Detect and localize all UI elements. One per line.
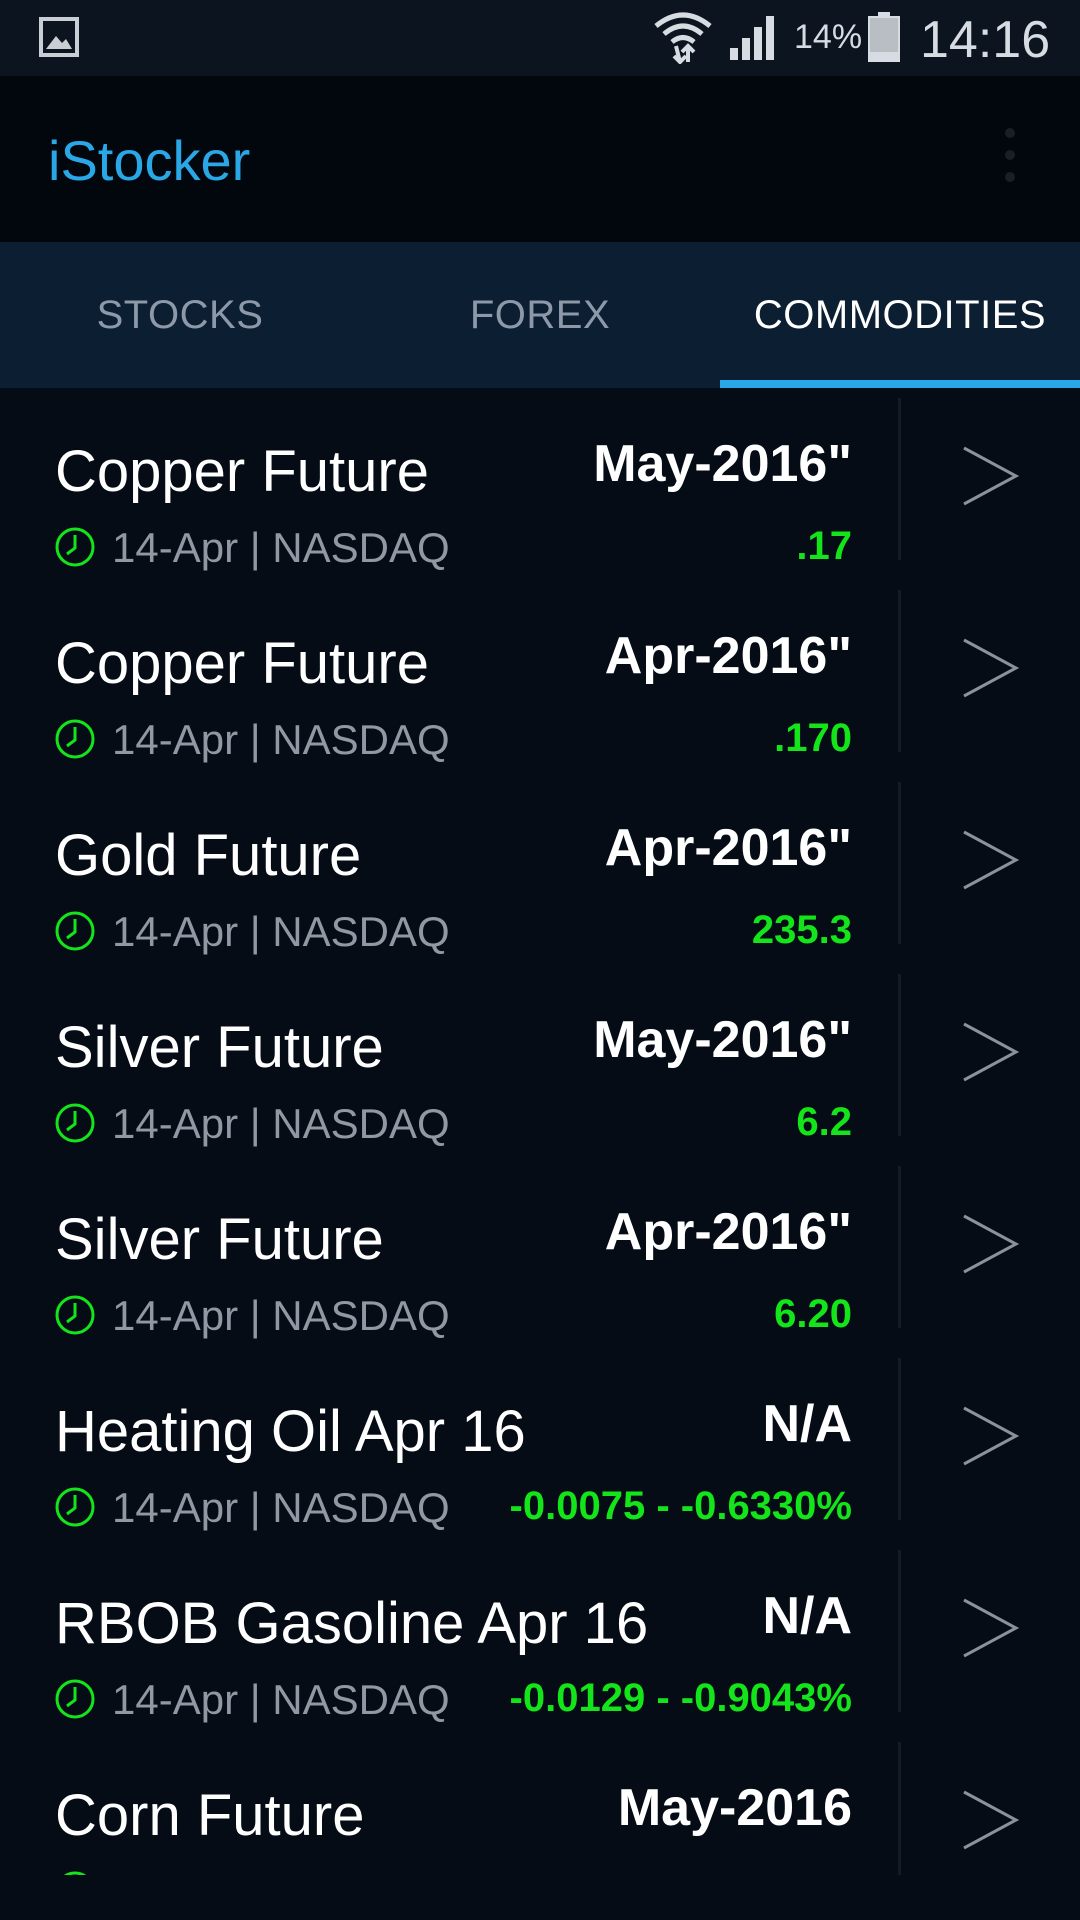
list-item[interactable]: Silver Future Apr-2016" 14-Apr | NASDAQ … [0, 1156, 1080, 1348]
clock-icon [55, 719, 95, 759]
date-exchange: 14-Apr | NASDAQ [112, 716, 450, 763]
price-change: 235.3 [751, 908, 852, 952]
list-item[interactable]: Gold Future Apr-2016" 14-Apr | NASDAQ 23… [0, 772, 1080, 964]
wifi-icon [654, 12, 712, 64]
tab-bar: STOCKS FOREX COMMODITIES [0, 242, 1080, 388]
tab-commodities[interactable]: COMMODITIES [720, 242, 1080, 388]
clock-icon [55, 1103, 95, 1143]
signal-icon [730, 16, 774, 60]
bottom-strip [0, 1875, 1080, 1920]
clock-icon [55, 1295, 95, 1335]
commodity-name: Heating Oil Apr 16 [55, 1399, 526, 1464]
list-item[interactable]: Copper Future May-2016" 14-Apr | NASDAQ … [0, 388, 1080, 580]
commodity-name: Gold Future [55, 823, 362, 888]
contract-month: Apr-2016" [604, 1203, 852, 1261]
contract-month: N/A [762, 1587, 852, 1645]
contract-month: N/A [762, 1395, 852, 1453]
chevron-right-icon[interactable] [960, 1212, 1020, 1276]
chevron-right-icon[interactable] [960, 828, 1020, 892]
gallery-icon [39, 17, 79, 57]
date-exchange: 14-Apr | NASDAQ [112, 524, 450, 571]
price-change: .17 [796, 524, 852, 568]
list-item[interactable]: RBOB Gasoline Apr 16 N/A 14-Apr | NASDAQ… [0, 1540, 1080, 1732]
active-tab-indicator [720, 380, 1080, 388]
app-bar: iStocker [0, 76, 1080, 242]
commodity-name: RBOB Gasoline Apr 16 [55, 1591, 649, 1656]
commodity-name: Corn Future [55, 1783, 365, 1848]
overflow-menu-icon[interactable] [996, 128, 1024, 194]
list-item[interactable]: Corn Future May-2016 [0, 1732, 1080, 1875]
row-divider [898, 1358, 901, 1520]
contract-month: May-2016 [617, 1779, 852, 1837]
tab-stocks[interactable]: STOCKS [0, 242, 360, 388]
commodity-name: Silver Future [55, 1207, 384, 1272]
contract-month: Apr-2016" [604, 627, 852, 685]
clock-icon [55, 527, 95, 567]
list-item[interactable]: Copper Future Apr-2016" 14-Apr | NASDAQ … [0, 580, 1080, 772]
price-change: -0.0075 - -0.6330% [509, 1484, 852, 1528]
commodities-list: Copper Future May-2016" 14-Apr | NASDAQ … [0, 388, 1080, 1875]
clock-icon [55, 1487, 95, 1527]
price-change: 6.2 [796, 1100, 852, 1144]
row-divider [898, 1166, 901, 1328]
battery-icon [868, 12, 900, 62]
date-exchange: 14-Apr | NASDAQ [112, 1676, 450, 1723]
tab-forex[interactable]: FOREX [360, 242, 720, 388]
row-divider [898, 590, 901, 752]
contract-month: May-2016" [593, 1011, 852, 1069]
clock-icon [55, 911, 95, 951]
chevron-right-icon[interactable] [960, 1788, 1020, 1852]
list-item[interactable]: Silver Future May-2016" 14-Apr | NASDAQ … [0, 964, 1080, 1156]
price-change: .170 [774, 716, 852, 760]
contract-month: May-2016" [593, 435, 852, 493]
list-item[interactable]: Heating Oil Apr 16 N/A 14-Apr | NASDAQ -… [0, 1348, 1080, 1540]
commodity-name: Copper Future [55, 439, 429, 504]
row-divider [898, 398, 901, 560]
clock-time: 14:16 [920, 11, 1051, 69]
chevron-right-icon[interactable] [960, 1404, 1020, 1468]
price-change: 6.20 [774, 1292, 852, 1336]
chevron-right-icon[interactable] [960, 444, 1020, 508]
status-bar: 14% 14:16 [0, 0, 1080, 76]
date-exchange: 14-Apr | NASDAQ [112, 1484, 450, 1531]
date-exchange: 14-Apr | NASDAQ [112, 1292, 450, 1339]
row-divider [898, 1742, 901, 1875]
date-exchange: 14-Apr | NASDAQ [112, 1100, 450, 1147]
commodity-name: Copper Future [55, 631, 429, 696]
app-title: iStocker [48, 129, 251, 192]
chevron-right-icon[interactable] [960, 636, 1020, 700]
price-change: -0.0129 - -0.9043% [509, 1676, 852, 1720]
contract-month: Apr-2016" [604, 819, 852, 877]
commodity-name: Silver Future [55, 1015, 384, 1080]
date-exchange: 14-Apr | NASDAQ [112, 908, 450, 955]
clock-icon [55, 1679, 95, 1719]
battery-percentage: 14% [794, 18, 863, 56]
row-divider [898, 1550, 901, 1712]
screen: 14% 14:16 iStocker STOCKS FOREX COMMODIT… [0, 0, 1080, 1920]
row-divider [898, 974, 901, 1136]
chevron-right-icon[interactable] [960, 1020, 1020, 1084]
row-divider [898, 782, 901, 944]
chevron-right-icon[interactable] [960, 1596, 1020, 1660]
